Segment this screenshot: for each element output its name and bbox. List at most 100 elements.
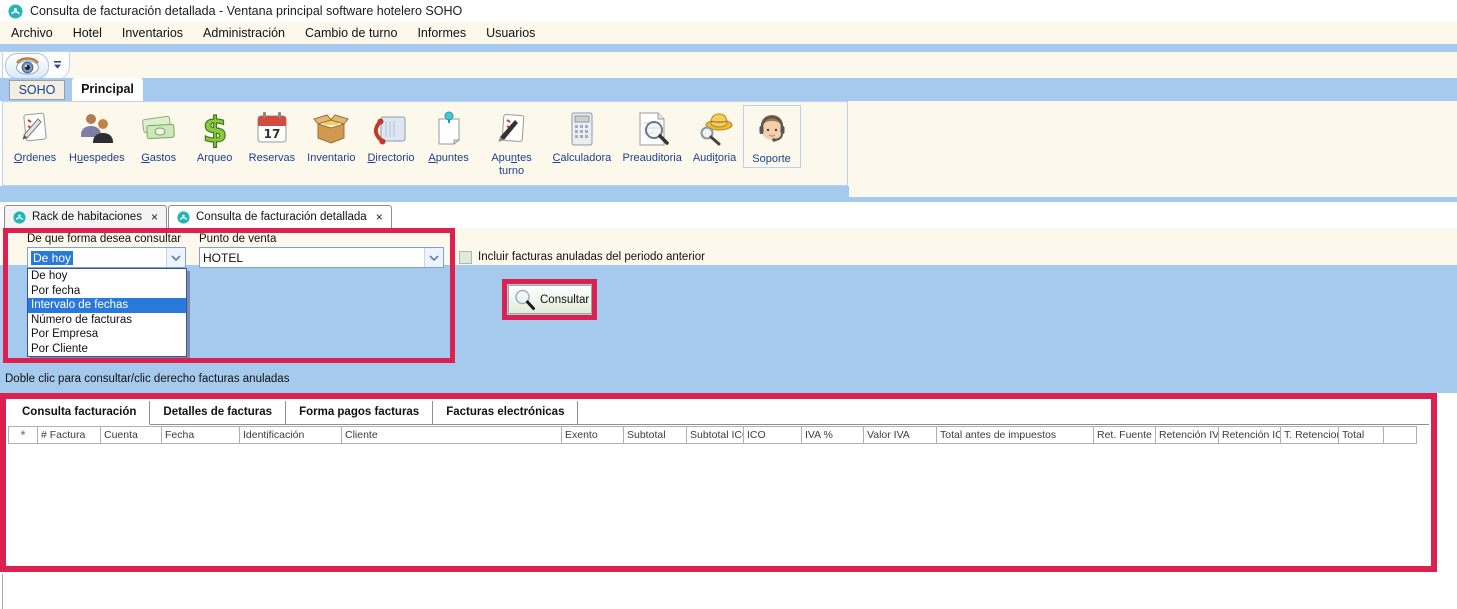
ribbon-button-auditoria[interactable]: Auditoria (687, 105, 743, 166)
consult-button[interactable]: Consultar (508, 285, 592, 314)
dropdown-option-numero-de-facturas[interactable]: Número de facturas (28, 313, 186, 328)
query-mode-label: De que forma desea consultar (27, 233, 181, 245)
doc-tab-consulta-de-facturacion-detallada[interactable]: Consulta de facturación detallada × (168, 205, 392, 228)
ribbon-tab-soho[interactable]: SOHO (9, 80, 65, 100)
column-header-valor-iva[interactable]: Valor IVA (864, 427, 937, 444)
ribbon-tab-row: SOHO Principal (0, 78, 1457, 101)
close-icon[interactable]: × (151, 210, 158, 224)
column-header-identificacion[interactable]: Identificación (240, 427, 342, 444)
column-header-subtotal[interactable]: Subtotal (624, 427, 687, 444)
results-panel: Consulta facturaciónDetalles de facturas… (0, 393, 1437, 572)
ribbon-button-label: Apuntes (428, 152, 468, 165)
results-tab-strip: Consulta facturaciónDetalles de facturas… (8, 401, 1429, 425)
close-icon[interactable]: × (376, 210, 383, 224)
dropdown-option-de-hoy[interactable]: De hoy (28, 269, 186, 284)
ribbon-button-inventario[interactable]: Inventario (301, 105, 361, 166)
ribbon-button-label: Ordenes (14, 152, 56, 165)
ribbon-button-reservas[interactable]: 17Reservas (243, 105, 301, 166)
menu-item-inventarios[interactable]: Inventarios (112, 22, 193, 44)
doc-tab-rack-de-habitaciones[interactable]: Rack de habitaciones × (4, 205, 167, 228)
results-tab-filler (578, 401, 1429, 425)
ribbon-button-calculadora[interactable]: Calculadora (547, 105, 617, 166)
chevron-down-icon[interactable] (166, 248, 185, 267)
column-header-exento[interactable]: Exento (562, 427, 624, 444)
ribbon-button-preauditoria[interactable]: Preauditoria (617, 105, 687, 166)
ribbon-button-gastos[interactable]: Gastos (131, 105, 187, 166)
ribbon-button-apuntes-turno[interactable]: Apuntes turno (477, 105, 547, 178)
hint-text: Doble clic para consultar/clic derecho f… (5, 373, 289, 385)
doc-tab-label: Rack de habitaciones (32, 211, 142, 223)
dropdown-option-por-empresa[interactable]: Por Empresa (28, 327, 186, 342)
menu-bar: ArchivoHotelInventariosAdministraciónCam… (0, 22, 1457, 44)
column-header-ret-fuente[interactable]: Ret. Fuente (1094, 427, 1156, 444)
column-header-empty (1384, 427, 1417, 444)
menu-item-archivo[interactable]: Archivo (1, 22, 63, 44)
point-of-sale-value: HOTEL (200, 248, 424, 267)
doc-tab-label: Consulta de facturación detallada (196, 211, 367, 223)
query-mode-value: De hoy (31, 251, 73, 265)
dropdown-option-por-fecha[interactable]: Por fecha (28, 284, 186, 299)
qat-dropdown-arrow-icon[interactable] (53, 61, 62, 70)
include-annulled-checkbox[interactable] (459, 251, 472, 264)
ribbon-button-label: Huespedes (69, 152, 125, 165)
window-left-edge (2, 574, 3, 609)
ribbon-button-soporte[interactable]: Soporte (743, 105, 801, 168)
shift-notes-icon (490, 106, 534, 152)
inventory-icon (309, 106, 353, 152)
column-header-factura[interactable]: # Factura (38, 427, 101, 444)
soho-doc-icon (13, 211, 26, 224)
menu-item-usuarios[interactable]: Usuarios (476, 22, 545, 44)
ribbon-button-huespedes[interactable]: Huespedes (63, 105, 131, 166)
ribbon-button-directorio[interactable]: Directorio (361, 105, 420, 166)
ribbon-button-arqueo[interactable]: $Arqueo (187, 105, 243, 166)
ribbon-tab-principal[interactable]: Principal (72, 78, 143, 101)
column-header-cuenta[interactable]: Cuenta (101, 427, 162, 444)
chevron-down-icon[interactable] (424, 248, 443, 267)
eye-quick-button[interactable] (5, 53, 49, 79)
query-mode-combobox[interactable]: De hoy (27, 247, 186, 268)
ribbon-bottom-strip (0, 186, 849, 202)
row-selector-header: * (9, 427, 38, 444)
soho-app-icon (8, 4, 23, 19)
ribbon-button-ordenes[interactable]: Ordenes (7, 105, 63, 166)
column-header-ico[interactable]: ICO (744, 427, 802, 444)
column-header-retencion-ic[interactable]: Retención IC (1219, 427, 1281, 444)
ribbon-button-label: Inventario (307, 152, 355, 165)
results-tab-facturas-electronicas[interactable]: Facturas electrónicas (433, 401, 578, 425)
window-title: Consulta de facturación detallada - Vent… (30, 4, 462, 18)
dropdown-option-intervalo-de-fechas[interactable]: Intervalo de fechas (28, 298, 186, 313)
column-header-subtotal-ico[interactable]: Subtotal ICO (687, 427, 744, 444)
ribbon-button-label: Apuntes turno (483, 152, 541, 177)
bottom-area (0, 572, 1457, 609)
results-tab-detalles-de-facturas[interactable]: Detalles de facturas (150, 401, 286, 425)
orders-icon (13, 106, 57, 152)
dropdown-option-por-cliente[interactable]: Por Cliente (28, 342, 186, 357)
directory-icon (369, 106, 413, 152)
results-tab-consulta-facturacion[interactable]: Consulta facturación (8, 401, 150, 425)
menu-item-informes[interactable]: Informes (407, 22, 476, 44)
ribbon-button-label: Reservas (249, 152, 295, 165)
results-tab-forma-pagos-facturas[interactable]: Forma pagos facturas (286, 401, 433, 425)
column-header-retencion-iv[interactable]: Retención IV (1156, 427, 1219, 444)
menu-item-hotel[interactable]: Hotel (63, 22, 112, 44)
column-header-total[interactable]: Total (1339, 427, 1384, 444)
ribbon-button-label: Preauditoria (623, 152, 681, 165)
menu-item-administracion[interactable]: Administración (193, 22, 295, 44)
ribbon-button-label: Arqueo (197, 152, 232, 165)
column-header-total-antes-de-impuestos[interactable]: Total antes de impuestos (937, 427, 1094, 444)
expenses-icon (137, 106, 181, 152)
column-header-fecha[interactable]: Fecha (162, 427, 240, 444)
app-window: Consulta de facturación detallada - Vent… (0, 0, 1457, 609)
point-of-sale-combobox[interactable]: HOTEL (199, 247, 444, 268)
divider-strip (0, 44, 1457, 52)
magnifier-icon (513, 288, 537, 312)
notes-icon (427, 106, 471, 152)
menu-item-cambio-de-turno[interactable]: Cambio de turno (295, 22, 407, 44)
cash-count-icon: $ (193, 106, 237, 152)
column-header-t-retencion[interactable]: T. Retencion (1281, 427, 1339, 444)
column-header-iva[interactable]: IVA % (802, 427, 864, 444)
document-tab-row: Rack de habitaciones×Consulta de factura… (0, 202, 1457, 228)
point-of-sale-label: Punto de venta (199, 233, 276, 245)
column-header-cliente[interactable]: Cliente (342, 427, 562, 444)
ribbon-button-apuntes[interactable]: Apuntes (421, 105, 477, 166)
